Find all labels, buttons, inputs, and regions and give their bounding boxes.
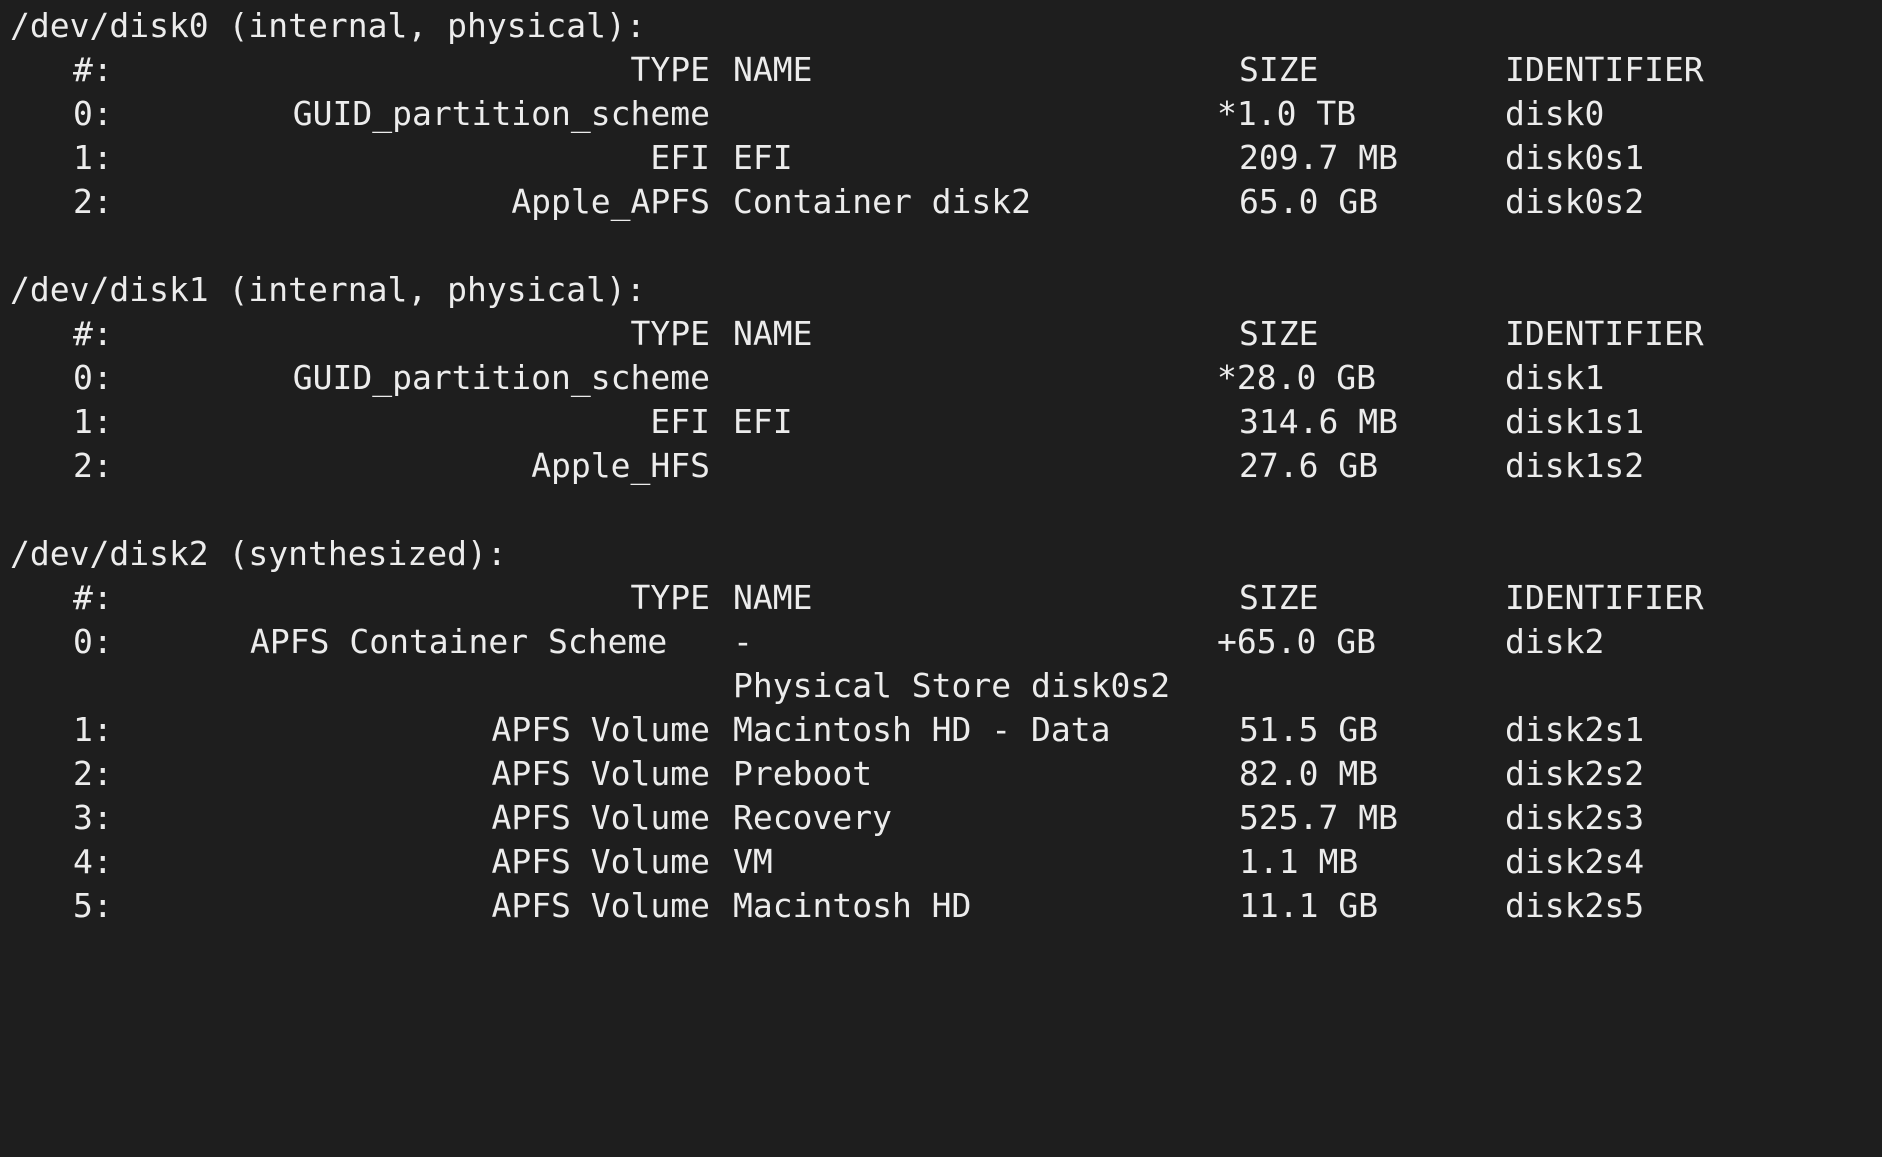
disk-header: /dev/disk1 (internal, physical): (0, 268, 1882, 312)
partition-num: 2: (73, 182, 113, 221)
col-identifier: IDENTIFIER (1505, 578, 1704, 617)
partition-name: Macintosh HD - Data (733, 710, 1111, 749)
partition-identifier: disk2s4 (1505, 842, 1645, 881)
partition-name: EFI (733, 138, 793, 177)
partition-type: Apple_HFS (531, 446, 710, 485)
partition-row: 1: EFI EFI 209.7 MB disk0s1 (0, 136, 1882, 180)
partition-name: Preboot (733, 754, 873, 793)
partition-row-continuation: Physical Store disk0s2 (0, 664, 1882, 708)
partition-identifier: disk2s1 (1505, 710, 1645, 749)
partition-size: 65.0 GB (1239, 182, 1379, 221)
partition-row: 2: Apple_APFS Container disk2 65.0 GB di… (0, 180, 1882, 224)
disk-header: /dev/disk2 (synthesized): (0, 532, 1882, 576)
partition-num: 0: (73, 94, 113, 133)
col-name: NAME (733, 578, 813, 617)
partition-type: APFS Container Scheme (250, 622, 668, 661)
partition-identifier: disk1s1 (1505, 402, 1645, 441)
partition-type: APFS Volume (491, 842, 710, 881)
partition-identifier: disk0s1 (1505, 138, 1645, 177)
column-header-row: #: TYPE NAME SIZE IDENTIFIER (0, 576, 1882, 620)
disk-header: /dev/disk0 (internal, physical): (0, 4, 1882, 48)
col-num: #: (73, 50, 113, 89)
partition-type: EFI (650, 402, 710, 441)
partition-type: GUID_partition_scheme (292, 94, 710, 133)
partition-identifier: disk1s2 (1505, 446, 1645, 485)
partition-size: *28.0 GB (1217, 358, 1376, 397)
partition-num: 5: (73, 886, 113, 925)
partition-num: 3: (73, 798, 113, 837)
partition-num: 0: (73, 622, 113, 661)
partition-identifier: disk0 (1505, 94, 1605, 133)
col-identifier: IDENTIFIER (1505, 314, 1704, 353)
partition-type: APFS Volume (491, 798, 710, 837)
partition-size: 82.0 MB (1239, 754, 1379, 793)
column-header-row: #: TYPE NAME SIZE IDENTIFIER (0, 48, 1882, 92)
partition-size: 51.5 GB (1239, 710, 1379, 749)
partition-identifier: disk2s2 (1505, 754, 1645, 793)
col-num: #: (73, 578, 113, 617)
partition-name: - (733, 622, 753, 661)
partition-type: Apple_APFS (511, 182, 710, 221)
partition-num: 4: (73, 842, 113, 881)
partition-row: 4: APFS Volume VM 1.1 MB disk2s4 (0, 840, 1882, 884)
partition-type: GUID_partition_scheme (292, 358, 710, 397)
col-size: SIZE (1239, 314, 1319, 353)
col-type: TYPE (630, 578, 710, 617)
partition-row: 1: EFI EFI 314.6 MB disk1s1 (0, 400, 1882, 444)
partition-num: 1: (73, 138, 113, 177)
partition-name: Container disk2 (733, 182, 1032, 221)
partition-num: 2: (73, 754, 113, 793)
partition-identifier: disk1 (1505, 358, 1605, 397)
partition-row: 2: Apple_HFS 27.6 GB disk1s2 (0, 444, 1882, 488)
partition-row: 2: APFS Volume Preboot 82.0 MB disk2s2 (0, 752, 1882, 796)
col-identifier: IDENTIFIER (1505, 50, 1704, 89)
partition-size: 11.1 GB (1239, 886, 1379, 925)
col-name: NAME (733, 314, 813, 353)
col-size: SIZE (1239, 50, 1319, 89)
partition-row: 1: APFS Volume Macintosh HD - Data 51.5 … (0, 708, 1882, 752)
disk-header-text: /dev/disk2 (synthesized): (10, 534, 507, 573)
col-name: NAME (733, 50, 813, 89)
partition-type: APFS Volume (491, 886, 710, 925)
partition-identifier: disk2 (1505, 622, 1605, 661)
partition-size: +65.0 GB (1217, 622, 1376, 661)
partition-num: 2: (73, 446, 113, 485)
partition-row: 0: APFS Container Scheme - +65.0 GB disk… (0, 620, 1882, 664)
partition-size: 525.7 MB (1239, 798, 1398, 837)
partition-size: *1.0 TB (1217, 94, 1357, 133)
partition-type: APFS Volume (491, 710, 710, 749)
partition-name: Macintosh HD (733, 886, 972, 925)
partition-row: 0: GUID_partition_scheme *1.0 TB disk0 (0, 92, 1882, 136)
disk-header-text: /dev/disk0 (internal, physical): (10, 6, 646, 45)
partition-type: APFS Volume (491, 754, 710, 793)
terminal-output[interactable]: /dev/disk0 (internal, physical): #: TYPE… (0, 0, 1882, 946)
partition-name: EFI (733, 402, 793, 441)
partition-num: 1: (73, 710, 113, 749)
column-header-row: #: TYPE NAME SIZE IDENTIFIER (0, 312, 1882, 356)
partition-name: Physical Store disk0s2 (733, 666, 1171, 705)
disk-header-text: /dev/disk1 (internal, physical): (10, 270, 646, 309)
col-type: TYPE (630, 50, 710, 89)
partition-row: 0: GUID_partition_scheme *28.0 GB disk1 (0, 356, 1882, 400)
partition-identifier: disk2s3 (1505, 798, 1645, 837)
col-type: TYPE (630, 314, 710, 353)
partition-size: 314.6 MB (1239, 402, 1398, 441)
partition-size: 1.1 MB (1239, 842, 1359, 881)
partition-name: Recovery (733, 798, 892, 837)
partition-num: 1: (73, 402, 113, 441)
partition-num: 0: (73, 358, 113, 397)
partition-row: 3: APFS Volume Recovery 525.7 MB disk2s3 (0, 796, 1882, 840)
col-size: SIZE (1239, 578, 1319, 617)
partition-identifier: disk0s2 (1505, 182, 1645, 221)
partition-identifier: disk2s5 (1505, 886, 1645, 925)
col-num: #: (73, 314, 113, 353)
partition-size: 209.7 MB (1239, 138, 1398, 177)
partition-name: VM (733, 842, 773, 881)
partition-row: 5: APFS Volume Macintosh HD 11.1 GB disk… (0, 884, 1882, 928)
partition-type: EFI (650, 138, 710, 177)
partition-size: 27.6 GB (1239, 446, 1379, 485)
